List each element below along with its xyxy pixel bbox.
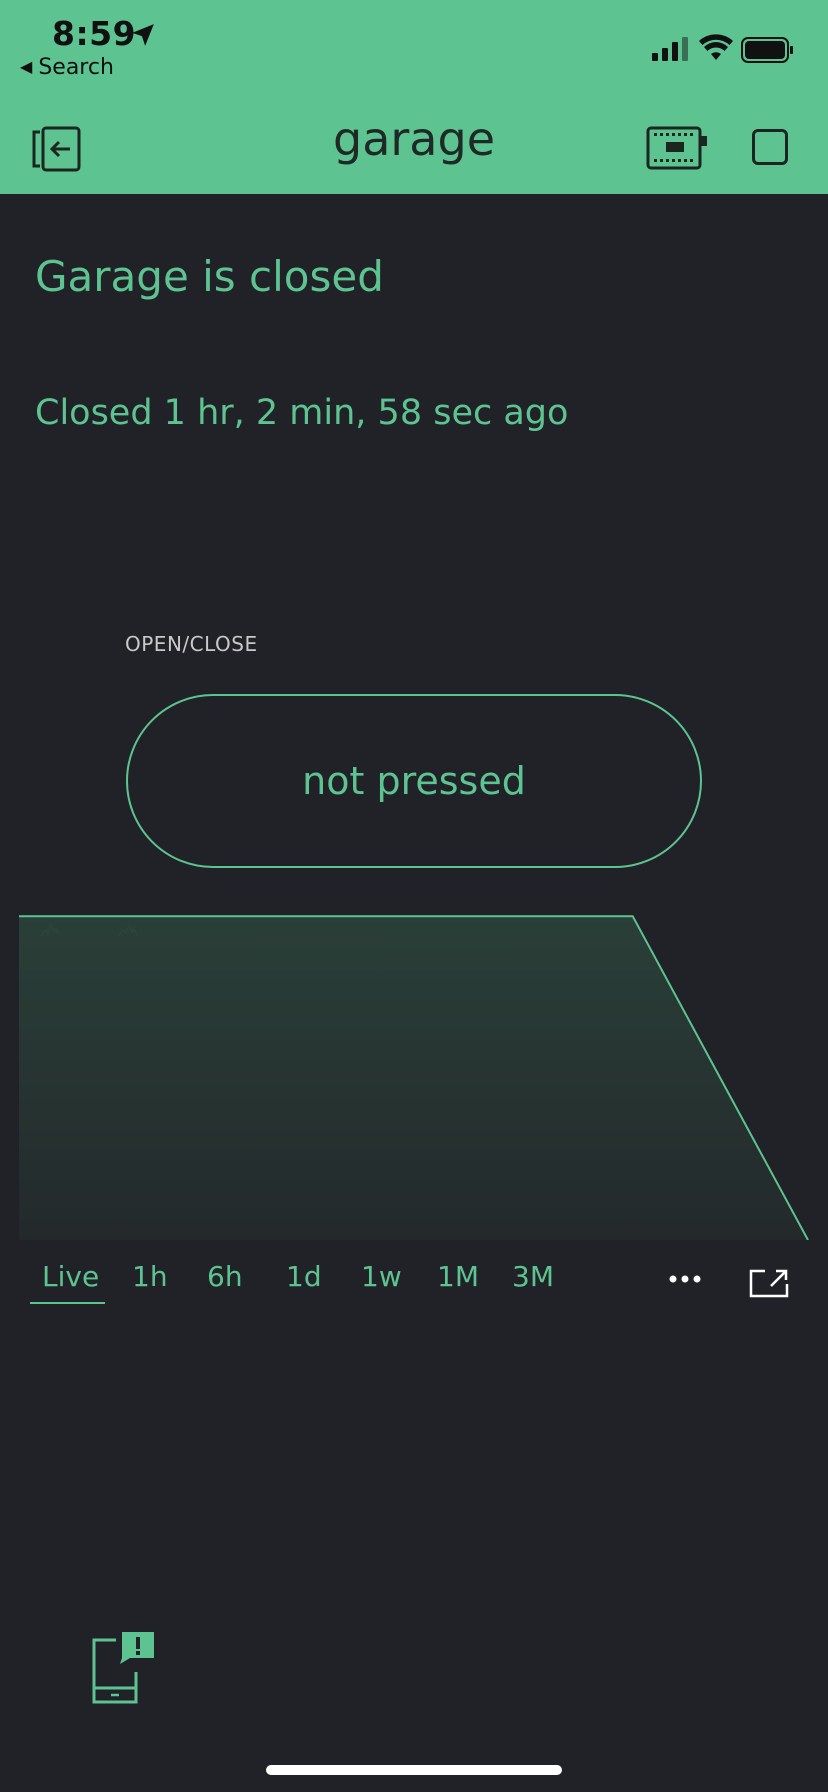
back-search-label: Search [38, 55, 114, 80]
back-to-search-link[interactable]: ◀ Search [20, 55, 114, 80]
time-range-bar: Live 1h 6h 1d 1w 1M 3M [0, 1250, 828, 1310]
expand-icon[interactable] [749, 1268, 789, 1298]
selected-range-underline [30, 1302, 105, 1304]
range-tab-1w[interactable]: 1w [361, 1260, 402, 1293]
open-close-button-label: not pressed [302, 759, 526, 803]
battery-icon [741, 37, 793, 63]
header-bar: 8:59 ◀ Search garage [0, 0, 828, 194]
range-tab-1m[interactable]: 1M [437, 1260, 479, 1293]
range-tab-1d[interactable]: 1d [286, 1260, 322, 1293]
garage-status-label: Garage is closed [35, 252, 384, 301]
back-triangle-icon: ◀ [20, 57, 33, 76]
chart-container [0, 900, 828, 1240]
stop-square-icon[interactable] [752, 129, 788, 165]
range-tab-1h[interactable]: 1h [132, 1260, 168, 1293]
wifi-icon [699, 34, 733, 60]
home-indicator [266, 1765, 562, 1775]
more-icon[interactable] [668, 1274, 702, 1284]
status-time: 8:59 [52, 14, 137, 53]
cellular-signal-icon [652, 37, 688, 61]
device-icon[interactable] [646, 124, 708, 172]
range-tab-3m[interactable]: 3M [512, 1260, 554, 1293]
range-tab-6h[interactable]: 6h [207, 1260, 243, 1293]
app-screen: 8:59 ◀ Search garage Garage is closed Cl… [0, 0, 828, 1792]
phone-notification-icon[interactable] [92, 1630, 156, 1704]
open-close-button[interactable]: not pressed [126, 694, 702, 868]
location-arrow-icon [132, 24, 154, 46]
open-close-caption: OPEN/CLOSE [125, 632, 258, 656]
chart-area-fill [19, 916, 808, 1240]
chart-svg [19, 915, 809, 1240]
range-tab-live[interactable]: Live [42, 1260, 99, 1293]
closed-duration-label: Closed 1 hr, 2 min, 58 sec ago [35, 393, 569, 433]
